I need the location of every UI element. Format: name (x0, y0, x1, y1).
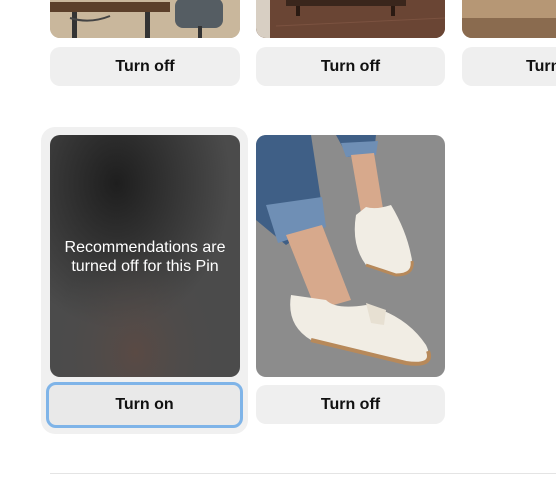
white-loafers-image (256, 135, 445, 377)
message-line-2: turned off for this Pin (71, 258, 219, 275)
turn-off-button-bottom[interactable]: Turn off (256, 385, 445, 424)
pin-thumbnail-shoes[interactable] (256, 135, 445, 377)
turn-on-button[interactable]: Turn on (46, 382, 243, 428)
pin-thumbnail-desk[interactable] (50, 0, 240, 38)
turn-off-button-top-3[interactable]: Turn (462, 47, 556, 86)
section-divider (50, 473, 556, 474)
partial-pin-image (462, 0, 556, 38)
turn-off-button-top-1[interactable]: Turn off (50, 47, 240, 86)
desk-chair-image (50, 0, 240, 38)
pin-thumbnail-room[interactable] (256, 0, 445, 38)
pin-thumbnail-partial[interactable] (462, 0, 556, 38)
turn-off-button-top-2[interactable]: Turn off (256, 47, 445, 86)
wood-floor-image (256, 0, 445, 38)
pin-thumbnail-blurred[interactable]: Recommendations are turned off for this … (50, 135, 240, 377)
recommendations-off-message: Recommendations are turned off for this … (50, 238, 240, 276)
message-line-1: Recommendations are (64, 239, 226, 256)
